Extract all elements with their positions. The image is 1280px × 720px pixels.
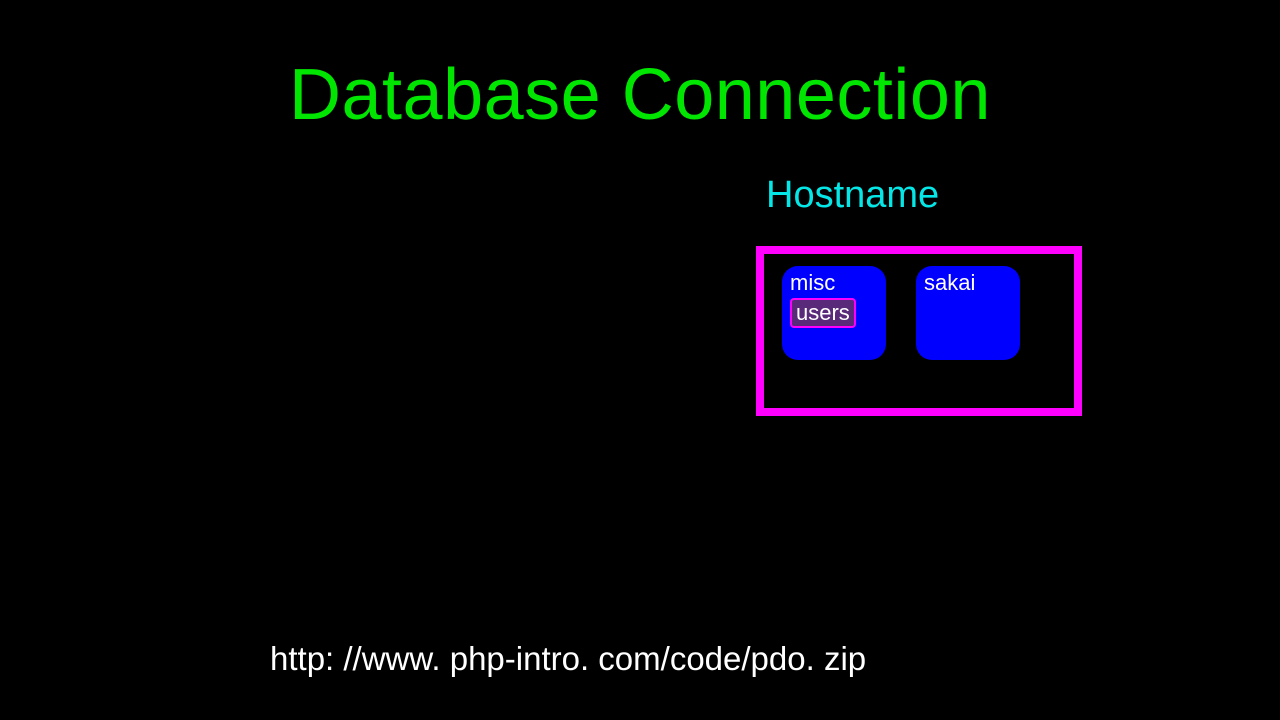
hostname-label: Hostname [766,174,939,217]
database-label: misc [790,270,878,296]
host-box: misc users sakai [756,246,1082,416]
database-sakai: sakai [916,266,1020,360]
database-misc: misc users [782,266,886,360]
database-row: misc users sakai [782,266,1056,360]
database-label: sakai [924,270,1012,296]
slide-title: Database Connection [0,54,1280,136]
table-users: users [790,298,856,328]
footer-url: http: //www. php-intro. com/code/pdo. zi… [270,640,866,678]
slide: Database Connection Hostname misc users … [0,0,1280,720]
